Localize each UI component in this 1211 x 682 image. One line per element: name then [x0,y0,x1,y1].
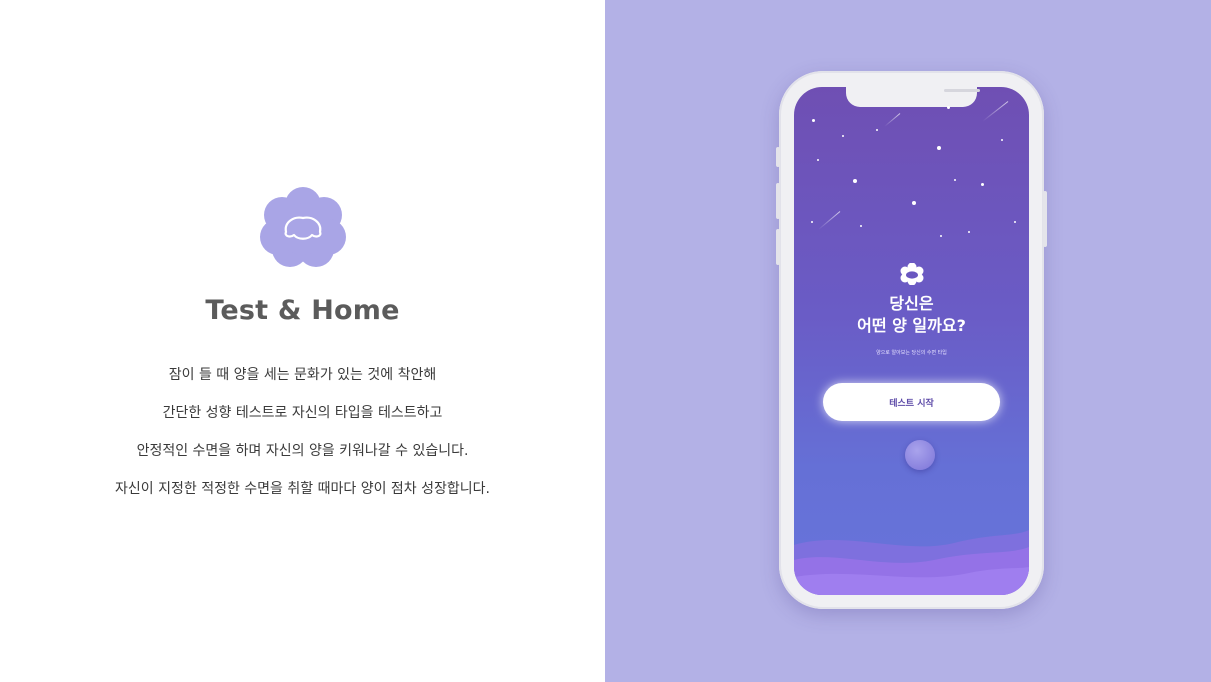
phone-screen: 당신은 어떤 양 일까요? 양으로 알아보는 당신의 수면 타입 테스트 시작 [794,87,1029,595]
phone-speaker [944,89,980,92]
star [937,146,941,150]
phone-side-button [776,147,780,167]
star [876,129,878,131]
phone-notch [846,87,980,107]
description-line-1: 잠이 들 때 양을 세는 문화가 있는 것에 착안해 [168,367,437,383]
star [947,106,950,109]
star [912,201,916,205]
sheep-icon [900,263,924,285]
wave-decoration [794,530,1029,595]
phone-volume-up [776,183,780,219]
start-test-button[interactable]: 테스트 시작 [823,383,1000,421]
phone-title: 당신은 어떤 양 일까요? [794,293,1029,337]
phone-volume-down [776,229,780,265]
star [1001,139,1003,141]
phone-title-line-2: 어떤 양 일까요? [857,316,966,335]
star [812,119,815,122]
description-line-3: 안정적인 수면을 하며 자신의 양을 키워나갈 수 있습니다. [136,443,469,459]
star [860,225,862,227]
circle-button[interactable] [905,440,935,470]
star [1014,221,1016,223]
shooting-star [982,101,1009,122]
description-line-4: 자신이 지정한 적정한 수면을 취할 때마다 양이 점차 성장합니다. [115,481,490,497]
sheep-face-icon [260,187,346,267]
phone-mockup: 당신은 어떤 양 일까요? 양으로 알아보는 당신의 수면 타입 테스트 시작 [776,71,1047,609]
phone-title-line-1: 당신은 [889,294,934,313]
intro-panel: Test & Home 잠이 들 때 양을 세는 문화가 있는 것에 착안해 간… [0,0,605,682]
description-line-2: 간단한 성향 테스트로 자신의 타입을 테스트하고 [162,405,443,421]
star [940,235,942,237]
page-title: Test & Home [205,295,400,326]
star [817,159,819,161]
star [811,221,813,223]
star [968,231,970,233]
phone-power-button [1043,191,1047,247]
shooting-star [818,211,841,230]
star [981,183,984,186]
star [853,179,857,183]
phone-subtitle: 양으로 알아보는 당신의 수면 타입 [876,350,947,356]
star [954,179,956,181]
shooting-star [884,113,901,127]
star [842,135,844,137]
